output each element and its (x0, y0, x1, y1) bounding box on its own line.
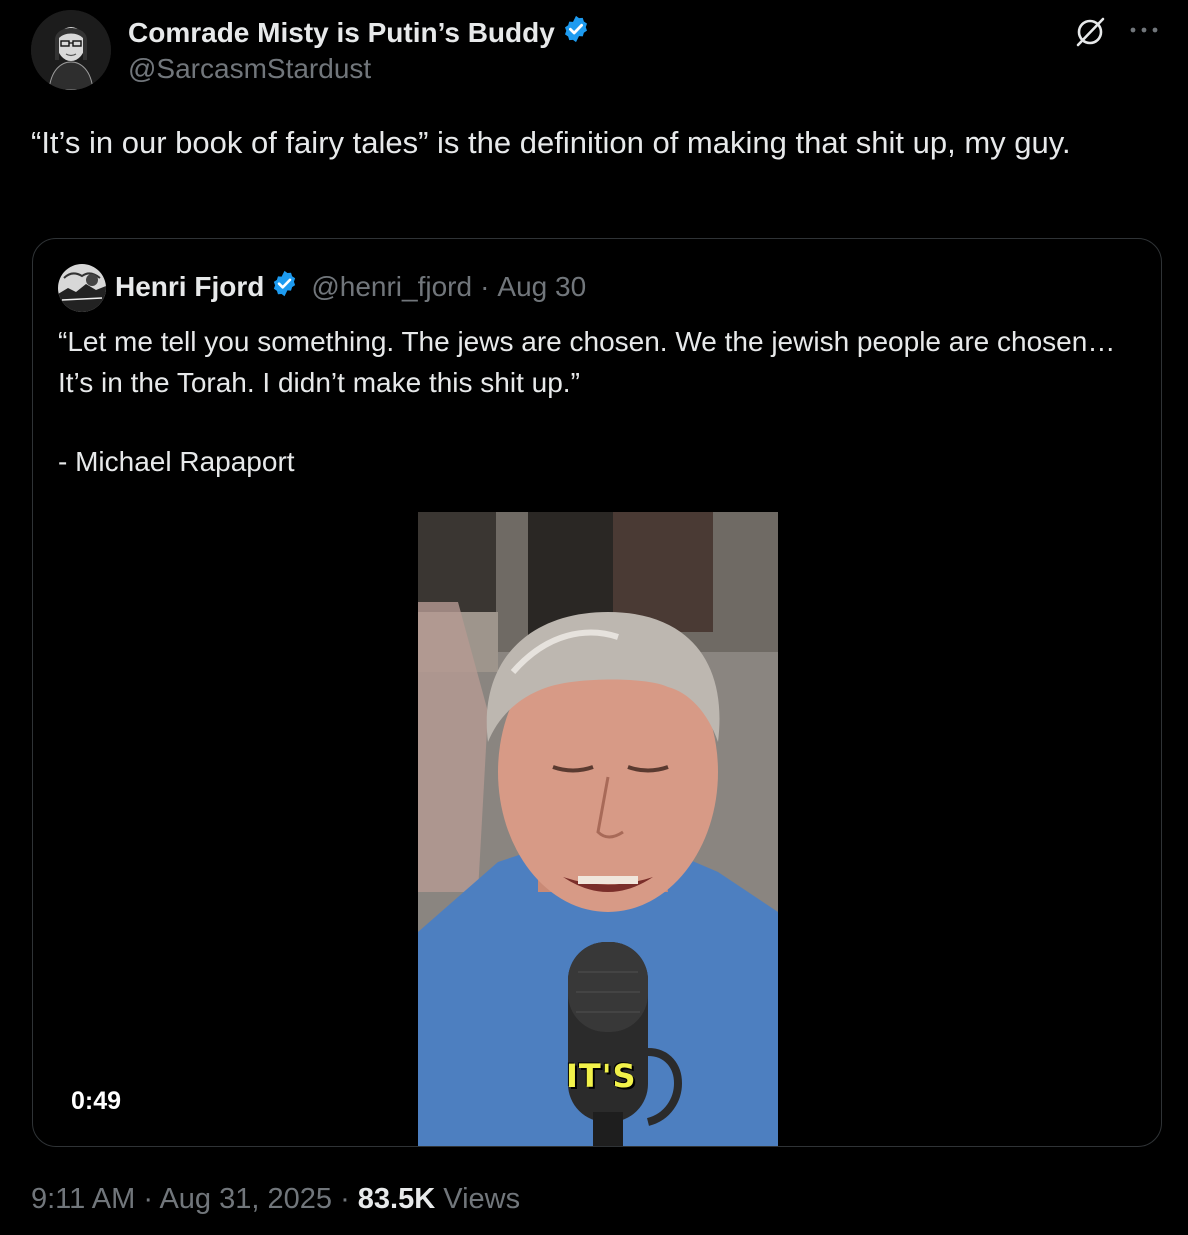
video-player[interactable]: IT'S (418, 512, 778, 1146)
quote-text-attribution: - Michael Rapaport (58, 446, 295, 477)
video-duration: 0:49 (71, 1087, 122, 1115)
quote-verified-badge-icon[interactable] (270, 269, 299, 305)
more-options-icon[interactable] (1126, 20, 1162, 40)
quote-separator: · (480, 271, 490, 302)
views-label[interactable]: Views (443, 1183, 520, 1215)
tweet-meta: 9:11 AM · Aug 31, 2025 · 83.5K Views (31, 1183, 520, 1216)
tweet: Comrade Misty is Putin’s Buddy @SarcasmS… (0, 0, 1188, 1235)
author-name-text[interactable]: Comrade Misty is Putin’s Buddy (128, 17, 555, 49)
quote-date[interactable]: Aug 30 (497, 271, 586, 303)
quote-text: “Let me tell you something. The jews are… (58, 321, 1138, 482)
author-handle[interactable]: @SarcasmStardust (128, 53, 371, 85)
quoted-tweet-card[interactable]: Henri Fjord @henri_fjord · Aug 30 “Let m… (32, 238, 1162, 1147)
video-caption: IT'S (566, 1057, 637, 1095)
author-avatar[interactable] (31, 10, 111, 90)
quote-author-handle[interactable]: @henri_fjord (311, 271, 472, 303)
meta-separator: · (143, 1183, 153, 1215)
views-count[interactable]: 83.5K (358, 1183, 435, 1215)
tweet-time[interactable]: 9:11 AM (31, 1183, 135, 1215)
author-display-name[interactable]: Comrade Misty is Putin’s Buddy (128, 14, 591, 51)
grok-icon[interactable] (1072, 14, 1108, 50)
quote-author-name[interactable]: Henri Fjord (115, 271, 264, 303)
quote-header: Henri Fjord @henri_fjord · Aug 30 (115, 269, 586, 305)
tweet-date[interactable]: Aug 31, 2025 (159, 1183, 332, 1215)
video-frame (418, 512, 778, 1146)
verified-badge-icon[interactable] (561, 14, 591, 51)
meta-separator-2: · (340, 1183, 350, 1215)
quote-author-avatar[interactable] (58, 264, 106, 312)
quote-text-paragraph: “Let me tell you something. The jews are… (58, 326, 1116, 398)
tweet-text: “It’s in our book of fairy tales” is the… (31, 125, 1071, 160)
